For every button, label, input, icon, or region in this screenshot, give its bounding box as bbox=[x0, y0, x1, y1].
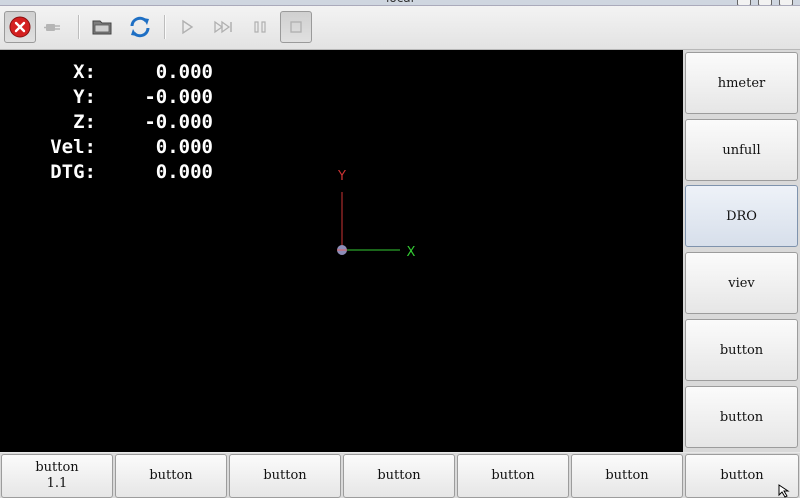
window-title: local bbox=[0, 0, 800, 5]
x-axis-label: X bbox=[407, 245, 416, 260]
bottom-button-5[interactable]: button bbox=[457, 454, 569, 498]
stop-button[interactable] bbox=[280, 11, 312, 43]
dro-button[interactable]: DRO bbox=[685, 185, 798, 247]
power-icon bbox=[44, 24, 60, 31]
toolbar-separator bbox=[78, 15, 80, 39]
viev-button[interactable]: viev bbox=[685, 252, 798, 314]
y-axis-label: Y bbox=[337, 169, 346, 184]
hmeter-button[interactable]: hmeter bbox=[685, 52, 798, 114]
bottom-button-4[interactable]: button bbox=[343, 454, 455, 498]
bottom-button-1[interactable]: button 1.1 bbox=[1, 454, 113, 498]
bottom-button-6[interactable]: button bbox=[571, 454, 683, 498]
step-button[interactable] bbox=[208, 11, 240, 43]
run-button[interactable] bbox=[171, 11, 203, 43]
reload-button[interactable] bbox=[124, 11, 156, 43]
open-file-button[interactable] bbox=[87, 11, 119, 43]
axes-origin: Y X bbox=[337, 169, 416, 260]
pause-icon bbox=[254, 21, 266, 33]
pause-button[interactable] bbox=[244, 11, 276, 43]
right-button-panel: hmeter unfull DRO viev button button bbox=[683, 50, 800, 452]
side-button-5[interactable]: button bbox=[685, 319, 798, 381]
open-file-icon bbox=[92, 20, 112, 35]
estop-button[interactable] bbox=[4, 11, 36, 43]
bottom-button-2[interactable]: button bbox=[115, 454, 227, 498]
bottom-button-3[interactable]: button bbox=[229, 454, 341, 498]
mouse-cursor-icon bbox=[778, 484, 790, 498]
stop-icon bbox=[290, 21, 302, 33]
unfull-button[interactable]: unfull bbox=[685, 119, 798, 181]
toolbar-separator bbox=[164, 15, 166, 39]
machine-power-button[interactable] bbox=[37, 11, 69, 43]
step-icon bbox=[214, 20, 232, 34]
run-icon bbox=[182, 19, 194, 35]
bottom-button-bar: button 1.1 button button button button b… bbox=[0, 453, 800, 498]
reload-icon bbox=[130, 16, 150, 38]
estop-icon bbox=[9, 16, 31, 38]
side-button-6[interactable]: button bbox=[685, 386, 798, 448]
gcode-preview[interactable]: X: 0.000 Y: -0.000 Z: -0.000 Vel: 0.000 … bbox=[0, 50, 683, 452]
toolbar bbox=[0, 6, 800, 50]
